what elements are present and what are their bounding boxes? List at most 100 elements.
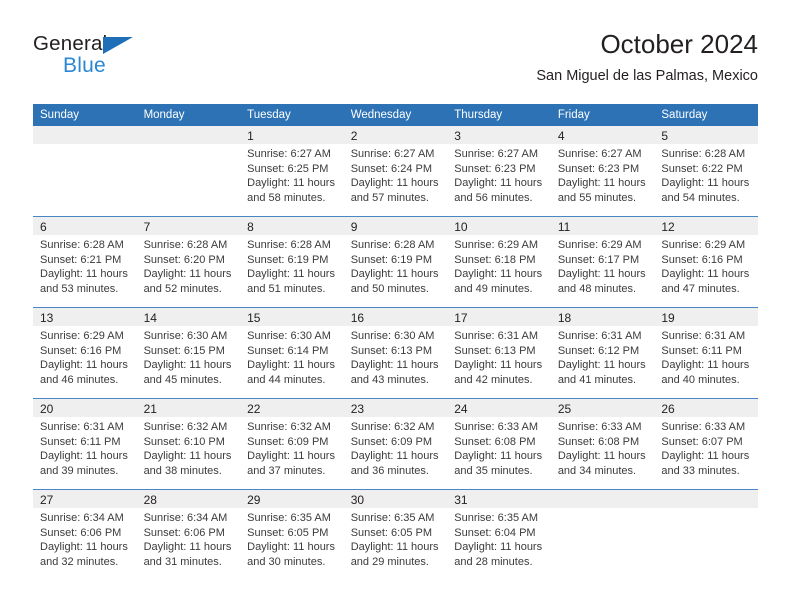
daylight-text-line2: and 56 minutes. bbox=[454, 191, 533, 204]
day-details: Sunrise: 6:35 AM Sunset: 6:05 PM Daylight:… bbox=[344, 508, 448, 580]
daylight-text-line2: and 37 minutes. bbox=[247, 464, 326, 477]
sunrise-text: Sunrise: 6:27 AM bbox=[454, 148, 539, 160]
sunrise-text: Sunrise: 6:29 AM bbox=[661, 239, 746, 251]
calendar-day-cell[interactable]: 15 Sunrise: 6:30 AM Sunset: 6:14 PM Dayligh… bbox=[240, 307, 344, 399]
page-header: General Blue October 2024 San Miguel de … bbox=[33, 28, 758, 98]
sunrise-text: Sunrise: 6:28 AM bbox=[40, 239, 124, 251]
calendar-day-cell[interactable]: 11 Sunrise: 6:29 AM Sunset: 6:17 PM Dayligh… bbox=[550, 216, 655, 308]
sunset-text: Sunset: 6:10 PM bbox=[143, 435, 225, 448]
calendar-day-cell[interactable]: 22 Sunrise: 6:32 AM Sunset: 6:09 PM Dayligh… bbox=[240, 398, 344, 490]
calendar-day-cell[interactable]: 13 Sunrise: 6:29 AM Sunset: 6:16 PM Dayligh… bbox=[33, 307, 137, 399]
calendar-day-cell[interactable]: 10 Sunrise: 6:29 AM Sunset: 6:18 PM Dayligh… bbox=[447, 216, 551, 308]
day-number: 30 bbox=[343, 490, 448, 508]
day-details: Sunrise: 6:29 AM Sunset: 6:18 PM Daylight:… bbox=[447, 235, 551, 307]
calendar-day-cell[interactable]: 7 Sunrise: 6:28 AM Sunset: 6:20 PM Daylight… bbox=[136, 216, 241, 308]
day-number: 10 bbox=[447, 217, 551, 235]
sunrise-text: Sunrise: 6:32 AM bbox=[143, 421, 228, 433]
day-details: Sunrise: 6:31 AM Sunset: 6:11 PM Daylight:… bbox=[33, 417, 137, 489]
calendar-day-cell[interactable]: 29 Sunrise: 6:35 AM Sunset: 6:05 PM Dayligh… bbox=[240, 489, 344, 580]
sunrise-text: Sunrise: 6:27 AM bbox=[350, 148, 435, 160]
sunrise-text: Sunrise: 6:31 AM bbox=[454, 330, 539, 342]
sunrise-text: Sunrise: 6:35 AM bbox=[247, 512, 331, 524]
calendar-day-cell[interactable]: 5 Sunrise: 6:28 AM Sunset: 6:22 PM Daylight… bbox=[654, 126, 758, 217]
calendar-day-cell[interactable]: 24 Sunrise: 6:33 AM Sunset: 6:08 PM Dayligh… bbox=[447, 398, 551, 490]
sunset-text: Sunset: 6:11 PM bbox=[661, 344, 742, 357]
calendar-day-cell[interactable]: 1 Sunrise: 6:27 AM Sunset: 6:25 PM Daylight… bbox=[240, 126, 344, 217]
daylight-text-line2: and 48 minutes. bbox=[557, 282, 637, 295]
daylight-text-line2: and 58 minutes. bbox=[247, 191, 326, 204]
day-details: Sunrise: 6:27 AM Sunset: 6:23 PM Daylight:… bbox=[447, 144, 551, 216]
day-number: 3 bbox=[447, 126, 551, 144]
calendar-header-row: Sunday Monday Tuesday Wednesday Thursday… bbox=[33, 104, 758, 126]
calendar-body: 1 Sunrise: 6:27 AM Sunset: 6:25 PM Daylight… bbox=[33, 126, 758, 580]
calendar-day-cell[interactable]: 27 Sunrise: 6:34 AM Sunset: 6:06 PM Dayligh… bbox=[33, 489, 137, 580]
calendar-day-cell[interactable]: 3 Sunrise: 6:27 AM Sunset: 6:23 PM Daylight… bbox=[447, 126, 551, 217]
sunset-text: Sunset: 6:06 PM bbox=[40, 526, 122, 539]
sunset-text: Sunset: 6:05 PM bbox=[350, 526, 433, 539]
weekday-header-monday: Monday bbox=[136, 104, 241, 126]
calendar-day-cell[interactable]: 31 Sunrise: 6:35 AM Sunset: 6:04 PM Dayligh… bbox=[447, 489, 551, 580]
calendar-day-cell[interactable]: 12 Sunrise: 6:29 AM Sunset: 6:16 PM Dayligh… bbox=[654, 216, 758, 308]
sunrise-text: Sunrise: 6:27 AM bbox=[247, 148, 331, 160]
sunset-text: Sunset: 6:08 PM bbox=[454, 435, 536, 448]
daylight-text-line1: Daylight: 11 hours bbox=[143, 541, 232, 554]
day-number: 22 bbox=[240, 399, 344, 417]
sunrise-text: Sunrise: 6:34 AM bbox=[40, 512, 124, 524]
calendar-day-cell[interactable]: 16 Sunrise: 6:30 AM Sunset: 6:13 PM Dayligh… bbox=[343, 307, 448, 399]
day-number bbox=[550, 490, 655, 508]
calendar-day-cell[interactable]: 25 Sunrise: 6:33 AM Sunset: 6:08 PM Dayligh… bbox=[550, 398, 655, 490]
calendar-page: General Blue October 2024 San Miguel de … bbox=[0, 0, 792, 612]
calendar-day-cell[interactable]: 4 Sunrise: 6:27 AM Sunset: 6:23 PM Daylight… bbox=[550, 126, 655, 217]
weekday-header-thursday: Thursday bbox=[447, 104, 551, 126]
sunset-text: Sunset: 6:07 PM bbox=[661, 435, 743, 448]
sunset-text: Sunset: 6:23 PM bbox=[454, 162, 536, 175]
calendar-day-cell[interactable]: 26 Sunrise: 6:33 AM Sunset: 6:07 PM Dayligh… bbox=[654, 398, 758, 490]
daylight-text-line2: and 36 minutes. bbox=[350, 464, 429, 477]
daylight-text-line1: Daylight: 11 hours bbox=[661, 177, 750, 190]
day-number: 1 bbox=[240, 126, 344, 144]
sunrise-text: Sunrise: 6:33 AM bbox=[454, 421, 539, 433]
sunset-text: Sunset: 6:21 PM bbox=[40, 253, 122, 266]
calendar-day-cell[interactable]: 14 Sunrise: 6:30 AM Sunset: 6:15 PM Dayligh… bbox=[136, 307, 241, 399]
day-number bbox=[33, 126, 137, 144]
calendar-day-cell-empty bbox=[33, 126, 137, 217]
calendar-day-cell[interactable]: 28 Sunrise: 6:34 AM Sunset: 6:06 PM Dayligh… bbox=[136, 489, 241, 580]
sunset-text: Sunset: 6:11 PM bbox=[40, 435, 121, 448]
calendar-day-cell[interactable]: 18 Sunrise: 6:31 AM Sunset: 6:12 PM Dayligh… bbox=[550, 307, 655, 399]
sunrise-text: Sunrise: 6:33 AM bbox=[661, 421, 746, 433]
daylight-text-line1: Daylight: 11 hours bbox=[557, 268, 646, 281]
daylight-text-line2: and 46 minutes. bbox=[40, 373, 119, 386]
calendar-day-cell[interactable]: 20 Sunrise: 6:31 AM Sunset: 6:11 PM Dayligh… bbox=[33, 398, 137, 490]
calendar-day-cell[interactable]: 21 Sunrise: 6:32 AM Sunset: 6:10 PM Dayligh… bbox=[136, 398, 241, 490]
daylight-text-line2: and 44 minutes. bbox=[247, 373, 326, 386]
sunset-text: Sunset: 6:24 PM bbox=[350, 162, 433, 175]
calendar-day-cell[interactable]: 19 Sunrise: 6:31 AM Sunset: 6:11 PM Dayligh… bbox=[654, 307, 758, 399]
calendar-day-cell[interactable]: 6 Sunrise: 6:28 AM Sunset: 6:21 PM Daylight… bbox=[33, 216, 137, 308]
daylight-text-line1: Daylight: 11 hours bbox=[557, 359, 646, 372]
sunrise-text: Sunrise: 6:29 AM bbox=[40, 330, 124, 342]
daylight-text-line1: Daylight: 11 hours bbox=[350, 177, 439, 190]
daylight-text-line2: and 35 minutes. bbox=[454, 464, 533, 477]
calendar-day-cell[interactable]: 23 Sunrise: 6:32 AM Sunset: 6:09 PM Dayligh… bbox=[343, 398, 448, 490]
daylight-text-line2: and 40 minutes. bbox=[661, 373, 740, 386]
calendar-day-cell[interactable]: 30 Sunrise: 6:35 AM Sunset: 6:05 PM Dayligh… bbox=[343, 489, 448, 580]
sunset-text: Sunset: 6:16 PM bbox=[40, 344, 122, 357]
day-details: Sunrise: 6:33 AM Sunset: 6:08 PM Daylight:… bbox=[551, 417, 655, 489]
day-number: 16 bbox=[343, 308, 448, 326]
daylight-text-line2: and 52 minutes. bbox=[143, 282, 222, 295]
day-details: Sunrise: 6:28 AM Sunset: 6:22 PM Daylight:… bbox=[654, 144, 758, 216]
sunrise-text: Sunrise: 6:35 AM bbox=[454, 512, 539, 524]
calendar-day-cell[interactable]: 9 Sunrise: 6:28 AM Sunset: 6:19 PM Daylight… bbox=[343, 216, 448, 308]
day-details: Sunrise: 6:30 AM Sunset: 6:14 PM Daylight:… bbox=[240, 326, 344, 398]
daylight-text-line1: Daylight: 11 hours bbox=[247, 359, 335, 372]
daylight-text-line2: and 30 minutes. bbox=[247, 555, 326, 568]
day-details: Sunrise: 6:30 AM Sunset: 6:15 PM Daylight:… bbox=[137, 326, 241, 398]
logo-general-blue[interactable]: General Blue bbox=[33, 32, 163, 86]
day-details: Sunrise: 6:29 AM Sunset: 6:16 PM Daylight:… bbox=[654, 235, 758, 307]
daylight-text-line1: Daylight: 11 hours bbox=[247, 450, 335, 463]
calendar-day-cell[interactable]: 17 Sunrise: 6:31 AM Sunset: 6:13 PM Dayligh… bbox=[447, 307, 551, 399]
calendar-day-cell[interactable]: 8 Sunrise: 6:28 AM Sunset: 6:19 PM Daylight… bbox=[240, 216, 344, 308]
calendar-day-cell[interactable]: 2 Sunrise: 6:27 AM Sunset: 6:24 PM Daylight… bbox=[343, 126, 448, 217]
day-details: Sunrise: 6:27 AM Sunset: 6:25 PM Daylight:… bbox=[240, 144, 344, 216]
sunset-text: Sunset: 6:25 PM bbox=[247, 162, 329, 175]
